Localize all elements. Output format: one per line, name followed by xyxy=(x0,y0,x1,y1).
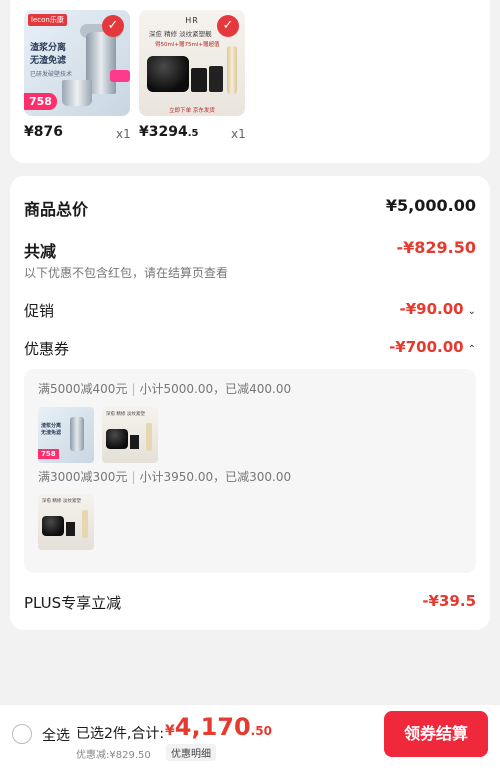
reduce-note: 以下优惠不包含红包，请在结算页查看 xyxy=(24,266,229,280)
product-image-skincare-set[interactable]: HR 深愈 精修 淡纹紧塑靓 得50ml+赠75ml+赠超值 立即下单 京东发货… xyxy=(139,10,245,116)
coupon-line: 满5000减400元 | 小计5000.00，已减400.00 xyxy=(38,382,292,396)
total-amount: ¥4,170.50 xyxy=(165,713,272,741)
coupon-detail-box: 满5000减400元 | 小计5000.00，已减400.00 渣浆分离 无渣免滤 … xyxy=(24,369,476,573)
chevron-down-icon: ⌄ xyxy=(467,306,476,317)
brand-tag: lecon乐康 xyxy=(28,14,67,26)
coupon-line: 满3000减300元 | 小计3950.00，已减300.00 xyxy=(38,470,292,484)
promo-value: -¥90.00 xyxy=(399,300,464,318)
jar-small-graphic xyxy=(209,66,223,92)
product-qty: x1 xyxy=(116,127,131,141)
coupon-thumb-skincare-set: 深愈 精修 淡纹紧塑 xyxy=(102,407,158,463)
price-badge: 758 xyxy=(24,93,57,110)
pot-graphic xyxy=(62,80,92,106)
goods-total-value: ¥5,000.00 xyxy=(385,196,476,215)
coupon-thumb-soymilk-maker: 渣浆分离 无渣免滤 758 xyxy=(38,407,94,463)
promo-label: 促销 xyxy=(24,302,55,320)
plus-value: -¥39.5 xyxy=(422,592,476,610)
bottle-graphic xyxy=(227,46,237,94)
product-price: ¥3294.5 xyxy=(139,124,199,140)
check-icon[interactable]: ✓ xyxy=(217,15,239,37)
coupon-row-toggle[interactable]: -¥700.00 ⌃ xyxy=(389,338,476,356)
selected-count-text: 已选2件,合计: xyxy=(76,726,165,742)
product-price: ¥876 xyxy=(24,124,63,140)
checkout-bar: 全选 已选2件,合计: ¥4,170.50 优惠减:¥829.50 优惠明细 领… xyxy=(0,705,500,771)
jar-graphic xyxy=(147,56,189,92)
product-qty: x1 xyxy=(231,127,246,141)
coupon-value: -¥700.00 xyxy=(389,338,464,356)
cart-products-card: lecon乐康 渣浆分离 无渣免滤 已研发破壁技术 758 ✓ HR 深愈 精修… xyxy=(10,0,490,163)
chevron-up-icon: ⌃ xyxy=(467,344,476,355)
plus-label: PLUS专享立减 xyxy=(24,594,122,612)
reduce-label: 共减 xyxy=(24,242,57,261)
discount-detail-button[interactable]: 优惠明细 xyxy=(166,744,216,761)
reduce-value: -¥829.50 xyxy=(396,238,476,257)
promo-row-toggle[interactable]: -¥90.00 ⌄ xyxy=(400,300,477,318)
product-promo-footer: 立即下单 京东发货 xyxy=(169,108,215,114)
product-promo-sub: 得50ml+赠75ml+赠超值 xyxy=(155,42,220,48)
goods-total-label: 商品总价 xyxy=(24,200,89,219)
radio-unchecked-icon[interactable] xyxy=(12,724,32,744)
product-promo-text: 渣浆分离 无渣免滤 xyxy=(30,43,67,66)
select-all-label[interactable]: 全选 xyxy=(42,725,70,745)
product-promo-text: 深愈 精修 淡纹紧塑靓 xyxy=(149,30,212,38)
checkout-button[interactable]: 领券结算 xyxy=(384,711,488,757)
discount-text: 优惠减:¥829.50 xyxy=(76,750,151,761)
coupon-thumb-skincare-set: 深愈 精修 淡纹紧塑 xyxy=(38,494,94,550)
product-promo-small: 已研发破壁技术 xyxy=(30,71,73,78)
check-icon[interactable]: ✓ xyxy=(102,15,124,37)
promo-badge-graphic xyxy=(110,70,130,82)
coupon-label: 优惠券 xyxy=(24,340,70,358)
jar-small-graphic xyxy=(191,68,207,92)
price-summary-card: 商品总价 ¥5,000.00 共减 -¥829.50 以下优惠不包含红包，请在结… xyxy=(10,176,490,630)
product-image-soymilk-maker[interactable]: lecon乐康 渣浆分离 无渣免滤 已研发破壁技术 758 ✓ xyxy=(24,10,130,116)
